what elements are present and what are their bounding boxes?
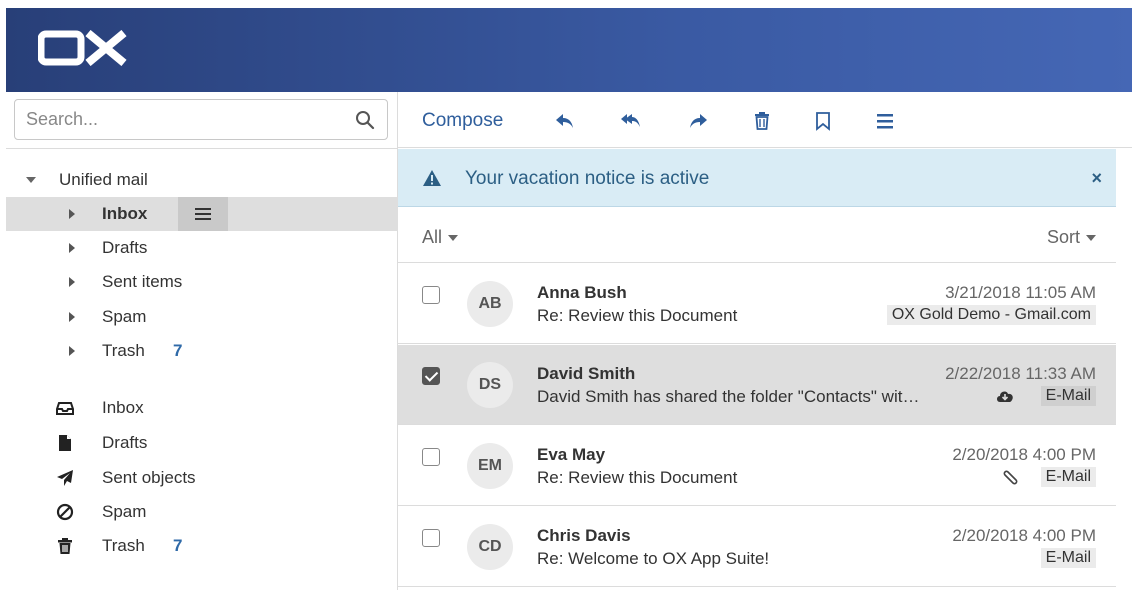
avatar: EM <box>467 443 513 489</box>
folder-label: Inbox <box>102 204 148 223</box>
paperclip-icon <box>1003 470 1018 485</box>
unified-spam[interactable]: Spam <box>6 300 398 334</box>
folder-trash[interactable]: Trash 7 <box>6 529 398 563</box>
select-all-dropdown[interactable]: All <box>422 227 459 248</box>
bookmark-icon[interactable] <box>812 110 834 132</box>
caret-down-icon <box>1086 235 1096 242</box>
sort-dropdown[interactable]: Sort <box>1047 227 1096 248</box>
unified-inbox[interactable]: Inbox <box>6 197 398 231</box>
cloud-download-icon <box>997 391 1013 402</box>
folder-spam[interactable]: Spam <box>6 495 398 529</box>
select-checkbox[interactable] <box>422 529 440 547</box>
unread-count: 7 <box>173 341 183 360</box>
subject: Re: Review this Document <box>537 468 738 487</box>
chevron-right-icon[interactable] <box>69 312 75 322</box>
date: 2/20/2018 4:00 PM <box>952 526 1096 545</box>
app-header <box>6 8 1132 92</box>
avatar: DS <box>467 362 513 408</box>
select-checkbox[interactable] <box>422 448 440 466</box>
folder-label: Sent items <box>102 272 183 291</box>
chevron-right-icon[interactable] <box>69 277 75 287</box>
search-icon[interactable] <box>355 110 375 130</box>
compose-button[interactable]: Compose <box>422 110 503 132</box>
folder-badge: OX Gold Demo - Gmail.com <box>886 305 1096 325</box>
select-checkbox[interactable] <box>422 286 440 304</box>
unified-trash[interactable]: Trash 7 <box>6 334 398 368</box>
chevron-right-icon[interactable] <box>69 346 75 356</box>
unified-drafts[interactable]: Drafts <box>6 231 398 265</box>
banner-text: Your vacation notice is active <box>465 168 710 189</box>
chevron-right-icon[interactable] <box>69 243 75 253</box>
mail-list-pane: Compose Your vacation notice is active ×… <box>398 92 1132 590</box>
paper-plane-icon <box>57 470 73 486</box>
list-filter-bar: All Sort <box>398 208 1116 263</box>
sender-name: Eva May <box>537 445 606 464</box>
mail-list-item[interactable]: DS David Smith David Smith has shared th… <box>398 345 1116 425</box>
subject: Re: Review this Document <box>537 306 738 325</box>
folder-label: Spam <box>102 307 147 326</box>
folder-badge: E-Mail <box>1040 386 1096 406</box>
close-icon[interactable]: × <box>1091 168 1102 189</box>
sort-label: Sort <box>1046 227 1080 247</box>
mail-list-item[interactable]: CD Chris Davis Re: Welcome to OX App Sui… <box>398 507 1116 587</box>
search-input[interactable] <box>15 100 335 139</box>
trash-icon <box>58 538 72 554</box>
divider <box>6 148 398 149</box>
sender-name: Anna Bush <box>537 283 627 302</box>
delete-icon[interactable] <box>751 110 773 132</box>
avatar: AB <box>467 281 513 327</box>
folder-label: Unified mail <box>59 170 148 189</box>
all-label: All <box>422 227 443 247</box>
folder-badge: E-Mail <box>1040 467 1096 487</box>
document-icon <box>59 435 71 451</box>
search-box <box>14 99 388 140</box>
date: 2/22/2018 11:33 AM <box>945 364 1096 383</box>
more-menu-icon[interactable] <box>874 110 896 132</box>
folder-label: Spam <box>102 502 147 521</box>
folder-label: Drafts <box>102 238 148 257</box>
unified-sent-items[interactable]: Sent items <box>6 265 398 299</box>
folder-sent-objects[interactable]: Sent objects <box>6 461 398 495</box>
vacation-notice-banner[interactable]: Your vacation notice is active × <box>398 149 1116 207</box>
reply-icon[interactable] <box>554 110 576 132</box>
chevron-right-icon[interactable] <box>69 209 75 219</box>
sender-name: Chris Davis <box>537 526 631 545</box>
mail-list-item[interactable]: AB Anna Bush Re: Review this Document 3/… <box>398 264 1116 344</box>
date: 2/20/2018 4:00 PM <box>952 445 1096 464</box>
sender-name: David Smith <box>537 364 636 383</box>
folder-label: Trash <box>102 341 145 360</box>
avatar: CD <box>467 524 513 570</box>
reply-all-icon[interactable] <box>620 110 642 132</box>
unified-mail-folder[interactable]: Unified mail <box>6 163 398 197</box>
subject: David Smith has shared the folder "Conta… <box>537 387 920 406</box>
folder-drafts[interactable]: Drafts <box>6 426 398 460</box>
ox-logo[interactable] <box>38 30 128 66</box>
forward-icon[interactable] <box>687 110 709 132</box>
chevron-down-icon[interactable] <box>26 177 36 183</box>
caret-down-icon <box>448 235 459 242</box>
inbox-icon <box>56 402 74 415</box>
date: 3/21/2018 11:05 AM <box>945 283 1096 302</box>
select-checkbox[interactable] <box>422 367 440 385</box>
folder-label: Sent objects <box>102 468 196 487</box>
mail-list-item[interactable]: EM Eva May Re: Review this Document 2/20… <box>398 426 1116 506</box>
folder-label: Trash <box>102 536 145 555</box>
folder-menu-button[interactable] <box>178 197 228 231</box>
warning-icon <box>423 170 441 186</box>
folder-badge: E-Mail <box>1040 548 1096 568</box>
sidebar: Unified mail Inbox Drafts Sent items Spa… <box>6 92 398 590</box>
unread-count: 7 <box>173 536 183 555</box>
ban-icon <box>56 503 74 521</box>
folder-label: Inbox <box>102 398 144 417</box>
folder-label: Drafts <box>102 433 148 452</box>
folder-inbox[interactable]: Inbox <box>6 391 398 425</box>
subject: Re: Welcome to OX App Suite! <box>537 549 770 568</box>
toolbar: Compose <box>398 92 1132 148</box>
